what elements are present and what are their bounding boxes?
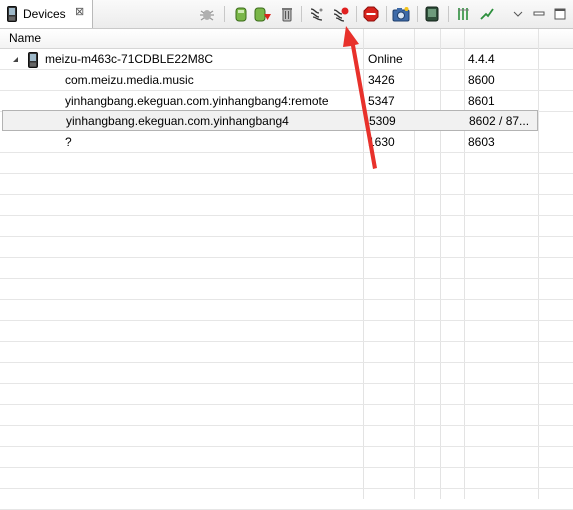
toolbar-separator xyxy=(448,6,449,22)
minimize-icon[interactable] xyxy=(530,5,548,23)
empty-row xyxy=(0,342,573,363)
empty-row xyxy=(0,279,573,300)
dump-hprof-icon[interactable] xyxy=(254,5,272,23)
empty-row xyxy=(0,447,573,468)
empty-row xyxy=(0,258,573,279)
screen-capture-icon[interactable] xyxy=(392,5,410,23)
empty-row xyxy=(0,300,573,321)
process-port: 8600 xyxy=(468,73,495,87)
empty-row xyxy=(0,216,573,237)
empty-row xyxy=(0,405,573,426)
empty-row xyxy=(0,363,573,384)
empty-row xyxy=(0,174,573,195)
empty-row xyxy=(0,489,573,510)
process-row[interactable]: ? 1630 8603 xyxy=(0,132,573,153)
tab-title: Devices xyxy=(23,7,66,21)
toolbar-separator xyxy=(301,6,302,22)
process-port: 8603 xyxy=(468,135,495,149)
table-header: Name xyxy=(0,29,573,49)
empty-row xyxy=(0,321,573,342)
start-method-profiling-icon[interactable] xyxy=(332,5,350,23)
toolbar-separator xyxy=(224,6,225,22)
device-version: 4.4.4 xyxy=(468,52,495,66)
dump-view-hierarchy-icon[interactable] xyxy=(423,5,441,23)
empty-row xyxy=(0,468,573,489)
empty-row xyxy=(0,426,573,447)
process-pid: 3426 xyxy=(368,73,395,87)
process-row[interactable]: com.meizu.media.music 3426 8600 xyxy=(0,70,573,91)
column-header-name[interactable]: Name xyxy=(9,29,41,48)
update-threads-icon[interactable] xyxy=(308,5,326,23)
process-pid: 5309 xyxy=(369,114,396,128)
device-phone-icon xyxy=(28,52,38,68)
view-menu-icon[interactable] xyxy=(509,5,527,23)
toolbar-separator xyxy=(356,6,357,22)
stop-process-icon[interactable] xyxy=(362,5,380,23)
close-tab-icon[interactable]: ⊠ xyxy=(75,5,84,18)
empty-row xyxy=(0,153,573,174)
process-pid: 5347 xyxy=(368,94,395,108)
systrace-icon[interactable] xyxy=(455,5,473,23)
toolbar-separator xyxy=(417,6,418,22)
process-name: com.meizu.media.music xyxy=(65,73,194,87)
process-name: yinhangbang.ekeguan.com.yinhangbang4 xyxy=(66,114,289,128)
empty-row xyxy=(0,195,573,216)
empty-row xyxy=(0,384,573,405)
opengl-trace-icon[interactable] xyxy=(478,5,496,23)
update-heap-icon[interactable] xyxy=(232,5,250,23)
process-port: 8602 / 87... xyxy=(469,114,530,128)
process-name: ? xyxy=(65,135,72,149)
process-row[interactable]: yinhangbang.ekeguan.com.yinhangbang4:rem… xyxy=(0,91,573,112)
empty-row xyxy=(0,237,573,258)
device-phone-icon xyxy=(7,6,17,22)
process-row-selected[interactable]: yinhangbang.ekeguan.com.yinhangbang4 530… xyxy=(2,110,538,131)
device-row[interactable]: meizu-m463c-71CDBLE22M8C Online 4.4.4 xyxy=(0,49,573,70)
cause-gc-icon[interactable] xyxy=(278,5,296,23)
device-status: Online xyxy=(368,52,403,66)
device-name: meizu-m463c-71CDBLE22M8C xyxy=(45,52,214,66)
toolbar-separator xyxy=(386,6,387,22)
debug-icon[interactable] xyxy=(198,5,216,23)
view-toolbar: Devices ⊠ xyxy=(0,0,573,29)
collapse-triangle-icon[interactable] xyxy=(12,56,20,64)
devices-tab[interactable]: Devices ⊠ xyxy=(0,0,93,28)
process-pid: 1630 xyxy=(368,135,395,149)
process-port: 8601 xyxy=(468,94,495,108)
process-name: yinhangbang.ekeguan.com.yinhangbang4:rem… xyxy=(65,94,329,108)
maximize-icon[interactable] xyxy=(551,5,569,23)
